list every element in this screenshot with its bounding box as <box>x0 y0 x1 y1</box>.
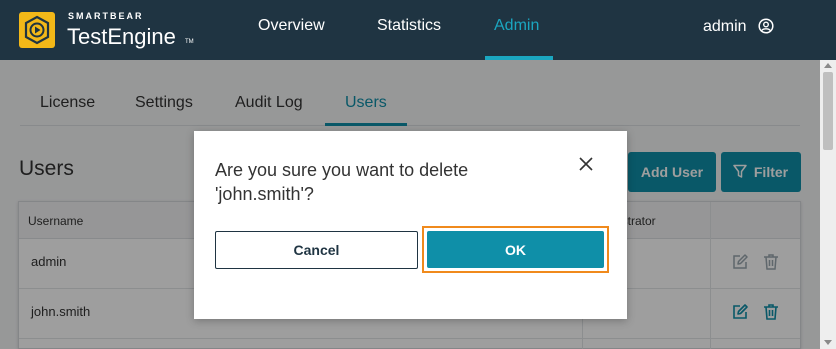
scroll-up-arrow-icon[interactable] <box>824 63 832 68</box>
ok-button[interactable]: OK <box>427 231 604 268</box>
user-account-icon[interactable] <box>758 18 774 34</box>
scrollbar-thumb[interactable] <box>823 72 833 150</box>
close-icon[interactable] <box>577 155 595 173</box>
brand-product: TestEngine <box>67 24 176 49</box>
brand-company: SMARTBEAR <box>68 11 144 21</box>
nav-overview[interactable]: Overview <box>258 17 325 35</box>
user-menu-label[interactable]: admin <box>703 18 747 36</box>
top-navbar: SMARTBEAR TestEngine TM Overview Statist… <box>0 0 836 60</box>
brand-trademark: TM <box>185 39 194 45</box>
dialog-message: Are you sure you want to delete 'john.sm… <box>215 160 469 204</box>
nav-admin[interactable]: Admin <box>494 17 539 35</box>
smartbear-logo-icon[interactable] <box>19 12 55 48</box>
scroll-down-arrow-icon[interactable] <box>824 340 832 345</box>
delete-confirm-dialog: Are you sure you want to delete 'john.sm… <box>194 131 627 319</box>
cancel-button[interactable]: Cancel <box>215 231 418 269</box>
nav-statistics[interactable]: Statistics <box>377 17 441 35</box>
